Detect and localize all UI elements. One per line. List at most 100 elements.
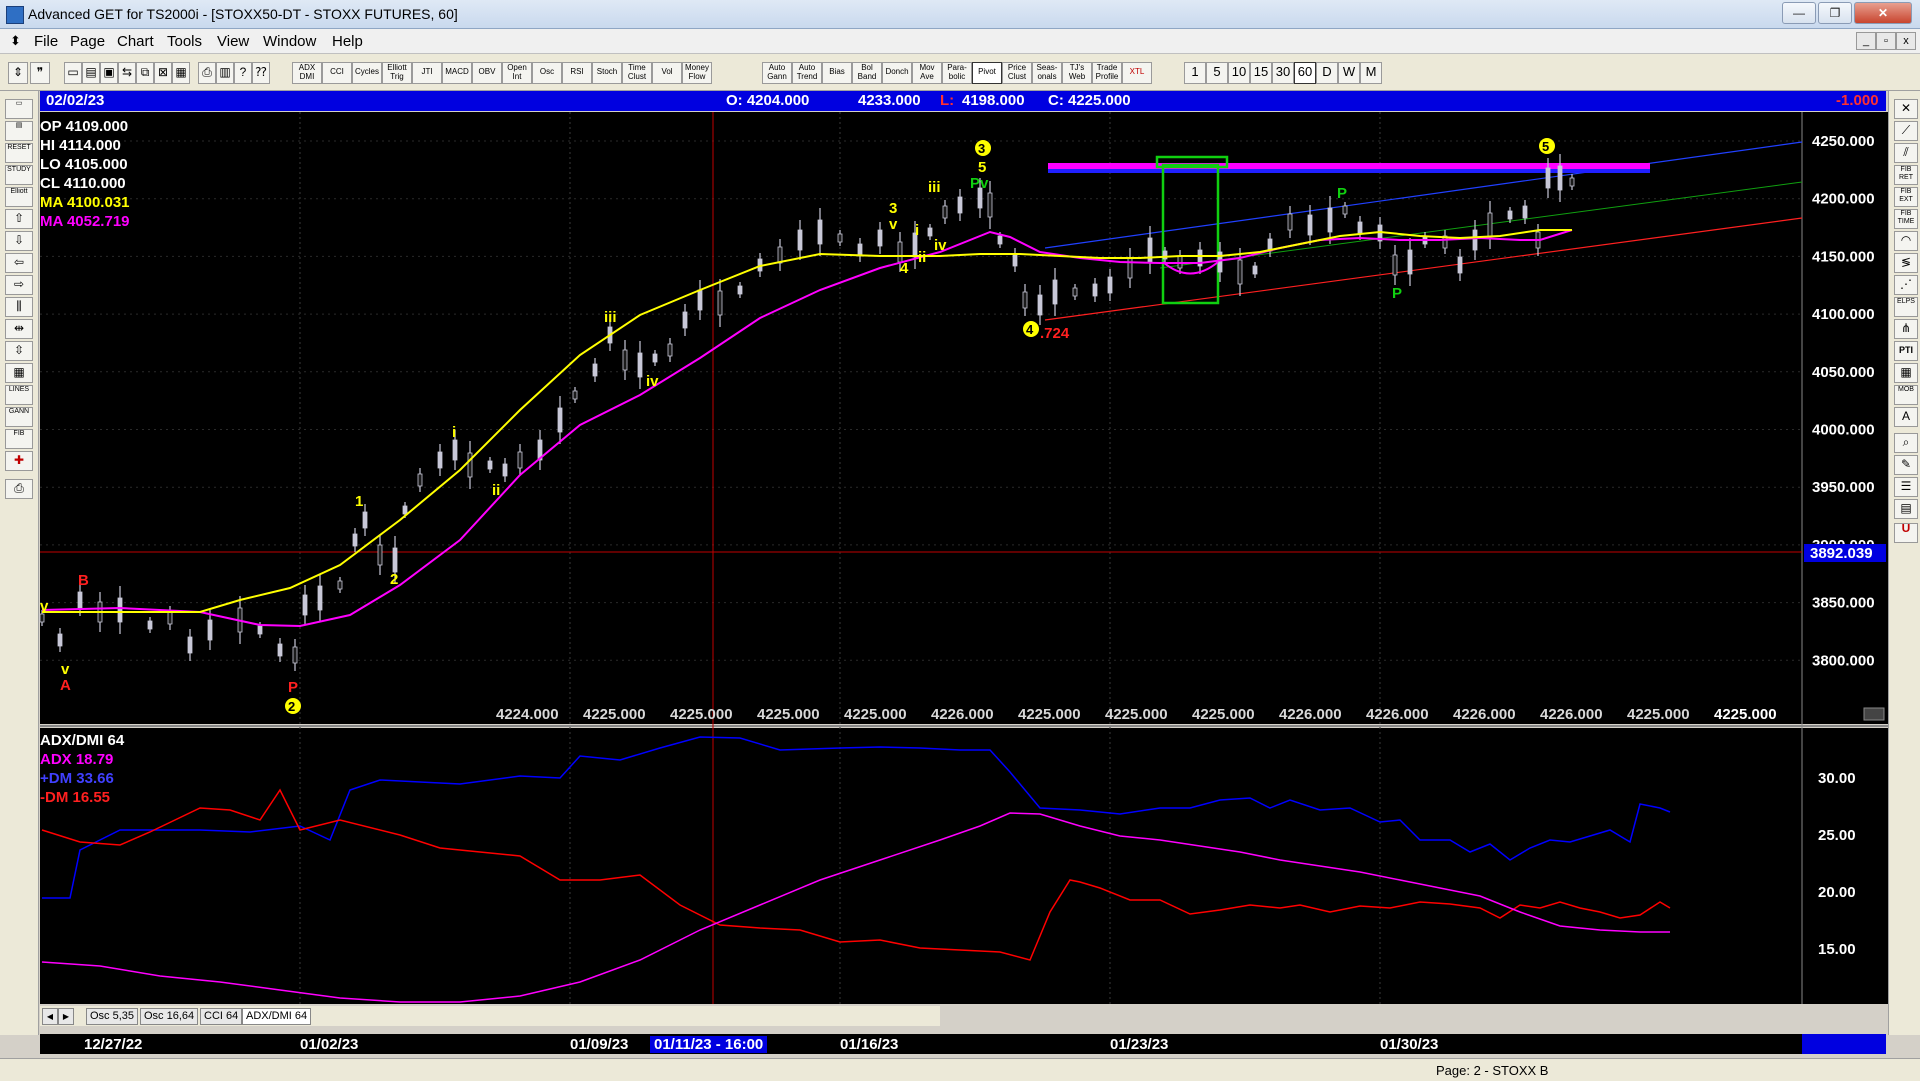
indicator-tick-label: 25.00 bbox=[1818, 827, 1856, 844]
bottom-value-label: 4225.000 bbox=[670, 706, 733, 723]
date-label-7: 01/30/23 bbox=[1380, 1036, 1439, 1053]
price-candle bbox=[682, 311, 688, 329]
price-candle bbox=[717, 290, 723, 316]
price-candle bbox=[302, 594, 308, 616]
wave-label-v: v bbox=[40, 598, 49, 615]
tab-scroll-right-icon[interactable]: ▶ bbox=[58, 1008, 74, 1025]
price-candle bbox=[1072, 287, 1078, 297]
bottom-values: 4224.000 4225.000 4225.000 4225.000 4225.000… bbox=[496, 706, 1777, 723]
date-label-2: 01/02/23 bbox=[300, 1036, 359, 1053]
bottom-value-label: 4226.000 bbox=[1279, 706, 1342, 723]
price-candle bbox=[39, 613, 45, 623]
price-candle bbox=[997, 235, 1003, 245]
wave-label-b: B bbox=[78, 572, 89, 589]
price-panel-bg bbox=[40, 112, 1888, 724]
price-candle bbox=[942, 205, 948, 219]
pivot-label-p2: P bbox=[1392, 285, 1402, 302]
price-tick-label: 4250.000 bbox=[1812, 133, 1875, 150]
wave-label-2b: 2 bbox=[390, 571, 398, 588]
info-close: CL 4110.000 bbox=[40, 175, 126, 192]
wave-label-iii2: iii bbox=[928, 179, 941, 196]
price-candle bbox=[1557, 165, 1563, 191]
wave-label-iv2: iv bbox=[934, 237, 947, 254]
info-ma-fast: MA 4100.031 bbox=[40, 194, 130, 211]
bottom-value-label: 4225.000 bbox=[1627, 706, 1690, 723]
bottom-value-label: 4224.000 bbox=[496, 706, 559, 723]
wave-label-v2: v bbox=[889, 216, 898, 233]
info-low: LO 4105.000 bbox=[40, 156, 128, 173]
wave-label-5-circled: 5 bbox=[1542, 139, 1549, 154]
price-candle bbox=[592, 363, 598, 377]
price-candle bbox=[362, 511, 368, 529]
indicator-adx-value: ADX 18.79 bbox=[40, 751, 113, 768]
price-candle bbox=[1107, 276, 1113, 294]
wave-label-4-circled: 4 bbox=[1026, 322, 1034, 337]
indicator-panel-bg bbox=[40, 728, 1888, 1004]
wave-label-3: 3 bbox=[889, 200, 897, 217]
price-candle bbox=[897, 241, 903, 263]
price-candle bbox=[352, 533, 358, 547]
tab-cci-64[interactable]: CCI 64 bbox=[200, 1008, 243, 1025]
info-ma-slow: MA 4052.719 bbox=[40, 213, 130, 230]
wave-label-v-lower: v bbox=[61, 661, 70, 678]
bottom-value-label: 4225.000 bbox=[1105, 706, 1168, 723]
indicator-tick-label: 20.00 bbox=[1818, 884, 1856, 901]
price-candle bbox=[1342, 205, 1348, 215]
price-candle bbox=[292, 646, 298, 664]
price-candle bbox=[1052, 279, 1058, 305]
price-candle bbox=[1092, 283, 1098, 297]
bottom-value-label: 4225.000 bbox=[1714, 706, 1777, 723]
price-candle bbox=[517, 451, 523, 469]
info-high: HI 4114.000 bbox=[40, 137, 121, 154]
indicator-title: ADX/DMI 64 bbox=[40, 732, 125, 749]
price-candle bbox=[557, 407, 563, 433]
bottom-value-label: 4226.000 bbox=[931, 706, 994, 723]
price-candle bbox=[877, 229, 883, 247]
wave-label-iv: iv bbox=[646, 373, 659, 390]
price-candle bbox=[277, 643, 283, 657]
price-tick-label: 4100.000 bbox=[1812, 306, 1875, 323]
price-candle bbox=[987, 192, 993, 218]
price-candle bbox=[857, 243, 863, 257]
wave-ratio-label: .724 bbox=[1040, 325, 1070, 342]
wave-label-i2: i bbox=[915, 222, 919, 239]
price-candle bbox=[667, 343, 673, 357]
price-candle bbox=[1545, 167, 1551, 189]
tab-adx-dmi-64[interactable]: ADX/DMI 64 bbox=[242, 1008, 312, 1025]
price-candle bbox=[1252, 265, 1258, 275]
price-candle bbox=[337, 580, 343, 590]
price-candle bbox=[377, 544, 383, 566]
indicator-plus-dm-value: +DM 33.66 bbox=[40, 770, 114, 787]
price-candle bbox=[1307, 214, 1313, 236]
indicator-minus-dm-value: -DM 16.55 bbox=[40, 789, 110, 806]
price-candle bbox=[317, 585, 323, 611]
price-candle bbox=[1457, 256, 1463, 274]
price-candle bbox=[927, 227, 933, 237]
price-candle bbox=[572, 390, 578, 400]
price-candle bbox=[652, 353, 658, 363]
bottom-value-label: 4225.000 bbox=[757, 706, 820, 723]
price-candle bbox=[1487, 212, 1493, 238]
tab-osc-5-35[interactable]: Osc 5,35 bbox=[86, 1008, 139, 1025]
price-candle bbox=[1407, 249, 1413, 275]
bottom-value-label: 4225.000 bbox=[583, 706, 646, 723]
bottom-value-label: 4226.000 bbox=[1366, 706, 1429, 723]
price-candle bbox=[957, 196, 963, 214]
price-candle bbox=[452, 439, 458, 461]
price-candle bbox=[817, 219, 823, 245]
info-open: OP 4109.000 bbox=[40, 118, 128, 135]
price-candle bbox=[417, 473, 423, 487]
chart-canvas[interactable]: v v A B P 2 1 2 i ii iii iv 3 v 4 i ii i… bbox=[0, 0, 1920, 1080]
price-candle bbox=[187, 636, 193, 654]
price-candle bbox=[837, 233, 843, 243]
price-candle bbox=[1507, 210, 1513, 220]
price-candle bbox=[1287, 213, 1293, 231]
price-candle bbox=[207, 619, 213, 641]
panel-scroll-icon[interactable] bbox=[1863, 707, 1885, 721]
tab-osc-16-64[interactable]: Osc 16,64 bbox=[140, 1008, 199, 1025]
tab-scroll-left-icon[interactable]: ◀ bbox=[42, 1008, 58, 1025]
price-candle bbox=[1037, 294, 1043, 316]
price-tick-label: 3800.000 bbox=[1812, 652, 1875, 669]
price-candle bbox=[487, 460, 493, 470]
price-candle bbox=[797, 229, 803, 251]
